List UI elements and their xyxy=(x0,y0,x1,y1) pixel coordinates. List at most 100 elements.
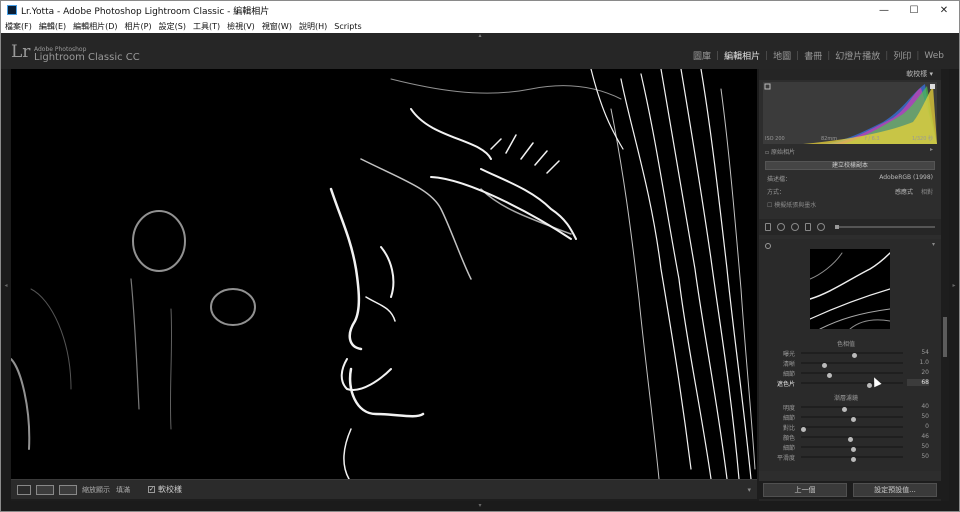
slider-track[interactable] xyxy=(801,456,903,462)
slider-value[interactable]: 50 xyxy=(907,443,929,450)
slider-sliders_b-0[interactable]: 明度 40 xyxy=(759,403,933,412)
slider-value[interactable]: 20 xyxy=(907,369,929,376)
panel-scrollbar[interactable] xyxy=(943,317,947,357)
radial-filter-icon[interactable] xyxy=(817,223,825,231)
spot-removal-icon[interactable] xyxy=(777,223,785,231)
menu-tools[interactable]: 工具(T) xyxy=(193,21,220,32)
previous-button[interactable]: 上一個 xyxy=(763,483,847,497)
minimize-button[interactable]: — xyxy=(869,1,899,19)
slider-label: 明度 xyxy=(782,405,795,412)
menu-help[interactable]: 說明(H) xyxy=(299,21,327,32)
slider-knob[interactable] xyxy=(827,373,833,378)
create-proof-copy-button[interactable]: 建立校樣副本 xyxy=(765,161,935,170)
original-photo-label[interactable]: ▫ 原始相片 xyxy=(759,144,941,159)
right-panel-toggle[interactable]: ▸ xyxy=(949,69,959,501)
close-button[interactable]: ✕ xyxy=(929,1,959,19)
menu-view[interactable]: 檢視(V) xyxy=(227,21,255,32)
app-area: ▴ Lr Adobe Photoshop Lightroom Classic C… xyxy=(1,33,959,511)
fill-label[interactable]: 填滿 xyxy=(116,485,130,495)
edge-mask-photo xyxy=(11,69,756,479)
slider-track[interactable] xyxy=(801,352,903,358)
menu-edit[interactable]: 編輯(E) xyxy=(39,21,66,32)
slider-knob[interactable] xyxy=(801,427,806,432)
slider-track[interactable] xyxy=(801,416,903,422)
slider-sliders_a-3[interactable]: 遮色片 68 xyxy=(759,379,933,388)
identity-plate: Lr Adobe Photoshop Lightroom Classic CC … xyxy=(1,39,959,69)
filter-panel-arrow[interactable]: ▾ xyxy=(932,241,935,248)
toolbar-menu-arrow[interactable]: ▾ xyxy=(747,486,751,494)
menu-file[interactable]: 檔案(F) xyxy=(5,21,32,32)
histogram: ISO 200 82mm f / 6.3 1/320 秒 xyxy=(763,82,937,144)
soft-proof-toggle[interactable]: ✓ 軟校樣 xyxy=(148,484,182,495)
slider-sliders_b-1[interactable]: 細節 50 xyxy=(759,413,933,422)
slider-value[interactable]: 50 xyxy=(907,413,929,420)
slider-value[interactable]: 0 xyxy=(907,423,929,430)
slider-value[interactable]: 68 xyxy=(907,379,929,386)
loupe-view-button[interactable] xyxy=(17,484,31,495)
slider-track[interactable] xyxy=(801,372,903,378)
yy-compare-button[interactable] xyxy=(59,484,77,495)
slider-sliders_b-5[interactable]: 平滑度 50 xyxy=(759,453,933,462)
red-eye-icon[interactable] xyxy=(791,223,799,231)
menu-settings[interactable]: 設定(S) xyxy=(159,21,186,32)
before-after-button[interactable] xyxy=(36,484,54,495)
crop-tool-icon[interactable] xyxy=(765,223,771,231)
module-picker: 圖庫 | 編輯相片 | 地圖 | 書冊 | 幻燈片播放 | 列印 | Web xyxy=(688,49,949,63)
slider-value[interactable]: 54 xyxy=(907,349,929,356)
slider-track[interactable] xyxy=(801,446,903,452)
module-web[interactable]: Web xyxy=(919,51,949,61)
menu-develop[interactable]: 編輯相片(D) xyxy=(73,21,117,32)
mask-toggle-icon[interactable] xyxy=(765,243,771,249)
slider-track[interactable] xyxy=(801,436,903,442)
slider-track[interactable] xyxy=(801,406,903,412)
module-library[interactable]: 圖庫 xyxy=(688,49,716,62)
slider-track[interactable] xyxy=(801,382,903,388)
slider-value[interactable]: 40 xyxy=(907,403,929,410)
module-print[interactable]: 列印 xyxy=(888,49,916,62)
slider-value[interactable]: 46 xyxy=(907,433,929,440)
module-book[interactable]: 書冊 xyxy=(799,49,827,62)
profile-select[interactable]: AdobeRGB (1998) xyxy=(879,174,933,183)
intent-row: 方式： 感應式 相對 xyxy=(759,185,941,198)
slider-sliders_a-1[interactable]: 清晰 1.0 xyxy=(759,359,933,368)
menu-scripts[interactable]: Scripts xyxy=(334,22,361,31)
slider-track[interactable] xyxy=(801,426,903,432)
maximize-button[interactable]: ☐ xyxy=(899,1,929,19)
menu-photo[interactable]: 相片(P) xyxy=(125,21,152,32)
slider-sliders_b-4[interactable]: 細節 50 xyxy=(759,443,933,452)
simulate-paper-ink[interactable]: ☐ 模擬紙張與墨水 xyxy=(759,198,941,211)
filmstrip-toggle[interactable]: ▾ xyxy=(1,501,959,511)
slider-knob[interactable] xyxy=(851,447,857,452)
intent-perceptual[interactable]: 感應式 xyxy=(895,187,913,196)
slider-track[interactable] xyxy=(801,362,903,368)
photo-canvas[interactable] xyxy=(11,69,757,479)
histogram-chart xyxy=(763,83,937,144)
module-develop[interactable]: 編輯相片 xyxy=(719,49,765,62)
zoom-label[interactable]: 縮放顯示 xyxy=(82,485,110,495)
slider-knob[interactable] xyxy=(866,383,872,388)
soft-proof-header[interactable]: 軟校樣 ▾ xyxy=(759,69,941,80)
slider-sliders_a-2[interactable]: 細節 20 xyxy=(759,369,933,378)
slider-sliders_b-2[interactable]: 對比 0 xyxy=(759,423,933,432)
intent-label: 方式： xyxy=(767,189,786,196)
original-photo-text: 原始相片 xyxy=(770,149,795,156)
slider-value[interactable]: 1.0 xyxy=(907,359,929,366)
intent-relative[interactable]: 相對 xyxy=(921,187,933,196)
graduated-filter-icon[interactable] xyxy=(805,223,811,231)
module-slideshow[interactable]: 幻燈片播放 xyxy=(830,49,885,62)
slider-sliders_a-0[interactable]: 曝光 54 xyxy=(759,349,933,358)
left-panel-toggle[interactable]: ◂ xyxy=(1,69,11,501)
histo-shutter: 1/320 秒 xyxy=(912,136,933,142)
slider-knob[interactable] xyxy=(851,457,857,462)
brush-slider[interactable] xyxy=(835,225,935,229)
menu-window[interactable]: 視窗(W) xyxy=(262,21,292,32)
slider-sliders_b-3[interactable]: 顏色 46 xyxy=(759,433,933,442)
module-map[interactable]: 地圖 xyxy=(768,49,796,62)
slider-knob[interactable] xyxy=(822,363,828,368)
slider-knob[interactable] xyxy=(851,417,857,422)
slider-knob[interactable] xyxy=(847,437,853,442)
reset-button[interactable]: 設定預設值... xyxy=(853,483,937,497)
slider-value[interactable]: 50 xyxy=(907,453,929,460)
slider-knob[interactable] xyxy=(852,353,858,358)
slider-knob[interactable] xyxy=(841,407,847,412)
